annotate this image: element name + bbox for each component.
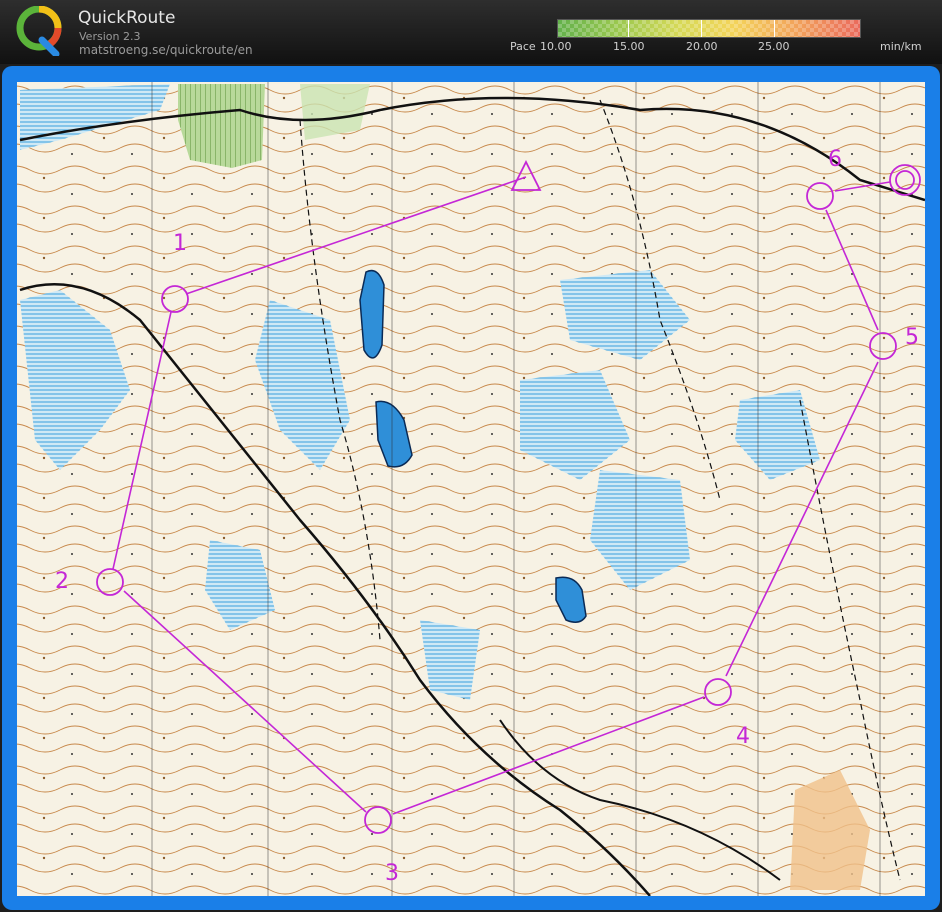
orienteering-map[interactable]: 1 2 3 4 5 6 (17, 82, 925, 896)
app-url[interactable]: matstroeng.se/quickroute/en (79, 43, 253, 57)
pace-tick (628, 20, 629, 37)
pace-label: Pace (510, 40, 536, 53)
control-number-4: 4 (736, 724, 750, 749)
pace-tick-label: 20.00 (686, 40, 718, 53)
control-number-3: 3 (385, 861, 399, 886)
pace-tick-label: 25.00 (758, 40, 790, 53)
control-number-5: 5 (905, 325, 919, 350)
pace-tick-label: 10.00 (540, 40, 572, 53)
quickroute-logo-icon (16, 6, 62, 56)
dense-forest-area (178, 84, 265, 168)
app-header: QuickRoute Version 2.3 matstroeng.se/qui… (0, 0, 942, 64)
pace-tick (774, 20, 775, 37)
app-version: Version 2.3 (79, 30, 141, 43)
control-number-1: 1 (173, 231, 187, 256)
pace-color-scale (557, 19, 861, 38)
app-title: QuickRoute (78, 8, 176, 28)
pace-tick-label: 15.00 (613, 40, 645, 53)
pace-unit: min/km (880, 40, 922, 53)
control-number-2: 2 (55, 569, 69, 594)
lake (359, 269, 385, 359)
control-number-6: 6 (828, 147, 842, 172)
pace-tick (701, 20, 702, 37)
map-canvas: 1 2 3 4 5 6 (17, 82, 925, 896)
